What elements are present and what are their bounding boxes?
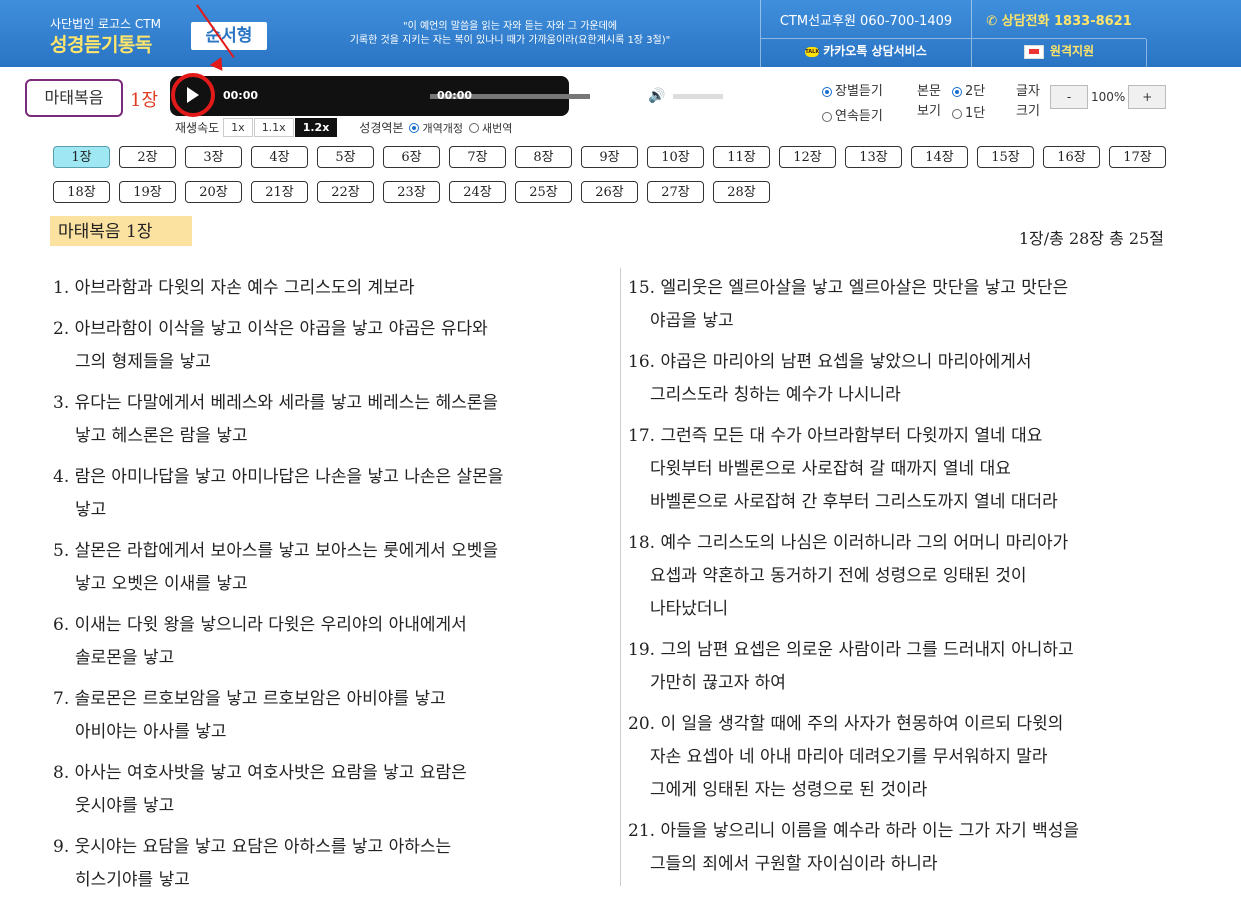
chapter-button[interactable]: 9장 <box>581 146 638 168</box>
font-size-value: 100% <box>1091 90 1126 104</box>
verses-right-column: 15. 엘리웃은 엘르아살을 낳고 엘르아살은 맛단을 낳고 맛단은 야곱을 낳고… <box>628 272 1188 889</box>
speed-1-2x[interactable]: 1.2x <box>294 118 338 137</box>
view-label-2: 보기 <box>917 104 941 119</box>
speed-1x[interactable]: 1x <box>223 118 253 137</box>
chapter-button[interactable]: 25장 <box>515 181 572 203</box>
header-quote: "이 예언의 말씀을 읽는 자와 듣는 자와 그 가운데에 기록한 것을 지키는… <box>320 20 700 48</box>
book-selector[interactable]: 마태복음 <box>25 79 123 117</box>
audio-player: 00:00 00:00 🔊 <box>170 76 723 116</box>
verse: 3. 유다는 다말에게서 베레스와 세라를 낳고 베레스는 헤스론을 낳고 헤스론… <box>53 393 499 446</box>
verses-left-column: 1. 아브라함과 다윗의 자손 예수 그리스도의 계보라 2. 아브라함이 이삭을… <box>53 272 613 905</box>
quote-line-2: 기록한 것을 지키는 자는 복이 있나니 때가 가까움이라(요한계시록 1장 3… <box>349 35 671 46</box>
listen-by-chapter[interactable]: 장별듣기 <box>822 80 883 99</box>
chapter-button[interactable]: 10장 <box>647 146 704 168</box>
verse: 5. 살몬은 라합에게서 보아스를 낳고 보아스는 룻에게서 오벳을 낳고 오벳은… <box>53 541 499 594</box>
play-icon[interactable] <box>187 87 199 103</box>
chapter-button[interactable]: 19장 <box>119 181 176 203</box>
chapter-counts: 1장/총 28장 총 25절 <box>1018 229 1164 248</box>
chapter-button[interactable]: 16장 <box>1043 146 1100 168</box>
verse: 19. 그의 남편 요셉은 의로운 사람이라 그를 드러내지 아니하고 가만히 끊… <box>628 640 1074 693</box>
chapter-button[interactable]: 14장 <box>911 146 968 168</box>
font-increase-button[interactable]: + <box>1128 85 1167 109</box>
verse: 2. 아브라함이 이삭을 낳고 이삭은 야곱을 낳고 야곱은 유다와 그의 형제들… <box>53 319 488 372</box>
monitor-icon <box>1023 44 1044 59</box>
verse: 1. 아브라함과 다윗의 자손 예수 그리스도의 계보라 <box>53 278 415 298</box>
version-saebeon-label: 새번역 <box>481 121 513 135</box>
chapter-button[interactable]: 24장 <box>449 181 506 203</box>
chapter-button[interactable]: 17장 <box>1109 146 1166 168</box>
version-gaeyeok-label: 개역개정 <box>422 121 463 135</box>
view-label-1: 본문 <box>917 84 941 99</box>
verse: 8. 아사는 여호사밧을 낳고 여호사밧은 요람을 낳고 요람은 웃시야를 낳고 <box>53 763 467 816</box>
font-decrease-button[interactable]: - <box>1050 85 1088 109</box>
phone-icon: ✆ <box>986 14 1002 29</box>
version-label: 성경역본 <box>359 121 404 135</box>
listen-continuous[interactable]: 연속듣기 <box>822 105 883 124</box>
version-radio-gaeyeok[interactable] <box>409 122 420 133</box>
chapter-button[interactable]: 6장 <box>383 146 440 168</box>
kakaotalk-icon: TALK <box>805 46 820 57</box>
verse: 18. 예수 그리스도의 나심은 이러하니라 그의 어머니 마리아가 요셉과 약혼… <box>628 533 1069 619</box>
chapter-button[interactable]: 20장 <box>185 181 242 203</box>
speed-label: 재생속도 <box>175 121 220 135</box>
verse: 9. 웃시야는 요담을 낳고 요담은 아하스를 낳고 아하스는 히스기야를 낳고 <box>53 837 452 890</box>
chapter-button[interactable]: 11장 <box>713 146 770 168</box>
site-title[interactable]: 성경듣기통독 <box>50 30 152 57</box>
view-1-column[interactable]: 1단 <box>946 102 985 121</box>
chapter-button[interactable]: 21장 <box>251 181 308 203</box>
quote-line-1: "이 예언의 말씀을 읽는 자와 듣는 자와 그 가운데에 <box>402 21 618 32</box>
font-label-1: 글자 <box>1016 84 1040 99</box>
chapter-button[interactable]: 13장 <box>845 146 902 168</box>
chapter-button[interactable]: 5장 <box>317 146 374 168</box>
chapter-button[interactable]: 1장 <box>53 146 110 168</box>
volume-slider[interactable] <box>673 94 723 99</box>
chapter-button[interactable]: 8장 <box>515 146 572 168</box>
column-divider <box>620 268 621 886</box>
site-header: 사단법인 로고스 CTM 성경듣기통독 순서형 "이 예언의 말씀을 읽는 자와… <box>0 0 1241 67</box>
chapter-button[interactable]: 28장 <box>713 181 770 203</box>
remote-support-link[interactable]: 원격지원 <box>971 39 1147 67</box>
version-radio-saebeon[interactable] <box>468 122 479 133</box>
playback-controls: 재생속도 1x 1.1x 1.2x 성경역본 개역개정 새번역 <box>175 118 512 137</box>
chapter-button[interactable]: 2장 <box>119 146 176 168</box>
counsel-phone[interactable]: ✆ 상담전화 1833-8621 <box>971 0 1146 38</box>
font-label-2: 크기 <box>1016 104 1040 119</box>
verse: 7. 솔로몬은 르호보암을 낳고 르호보암은 아비야를 낳고 아비야는 아사를 낳… <box>53 689 446 742</box>
chapter-button[interactable]: 15장 <box>977 146 1034 168</box>
chapter-label: 1장 <box>130 90 159 111</box>
chapter-button[interactable]: 4장 <box>251 146 308 168</box>
chapter-button[interactable]: 26장 <box>581 181 638 203</box>
verse: 15. 엘리웃은 엘르아살을 낳고 엘르아살은 맛단을 낳고 맛단은 야곱을 낳고 <box>628 278 1069 331</box>
verse: 16. 야곱은 마리아의 남편 요셉을 낳았으니 마리아에게서 그리스도라 칭하는… <box>628 352 1032 405</box>
chapter-button[interactable]: 22장 <box>317 181 374 203</box>
chapter-button[interactable]: 23장 <box>383 181 440 203</box>
font-size-control: - 100% + <box>1050 85 1167 109</box>
volume-icon[interactable]: 🔊 <box>648 88 665 104</box>
view-2-column[interactable]: 2단 <box>946 80 985 99</box>
kakao-link[interactable]: TALK 카카오톡 상담서비스 <box>760 39 971 67</box>
content-title: 마태복음 1장 <box>50 216 192 246</box>
duration: 00:00 <box>437 89 473 102</box>
chapter-button[interactable]: 12장 <box>779 146 836 168</box>
verse: 21. 아들을 낳으리니 이름을 예수라 하라 이는 그가 자기 백성을 그들의 … <box>628 821 1080 874</box>
speed-1-1x[interactable]: 1.1x <box>253 118 294 137</box>
current-time: 00:00 <box>223 89 259 102</box>
verse: 17. 그런즉 모든 대 수가 아브라함부터 다윗까지 열네 대요 다윗부터 바벨… <box>628 426 1058 512</box>
chapter-button[interactable]: 3장 <box>185 146 242 168</box>
chapter-button[interactable]: 7장 <box>449 146 506 168</box>
support-phone: CTM선교후원 060-700-1409 <box>760 0 971 38</box>
verse: 20. 이 일을 생각할 때에 주의 사자가 현몽하여 이르되 다윗의 자손 요셉… <box>628 714 1064 800</box>
chapter-button[interactable]: 27장 <box>647 181 704 203</box>
chapter-button[interactable]: 18장 <box>53 181 110 203</box>
verse: 4. 람은 아미나답을 낳고 아미나답은 나손을 낳고 나손은 살몬을 낳고 <box>53 467 504 520</box>
mode-badge[interactable]: 순서형 <box>191 22 267 50</box>
verse: 6. 이새는 다윗 왕을 낳으니라 다윗은 우리야의 아내에게서 솔로몬을 낳고 <box>53 615 467 668</box>
